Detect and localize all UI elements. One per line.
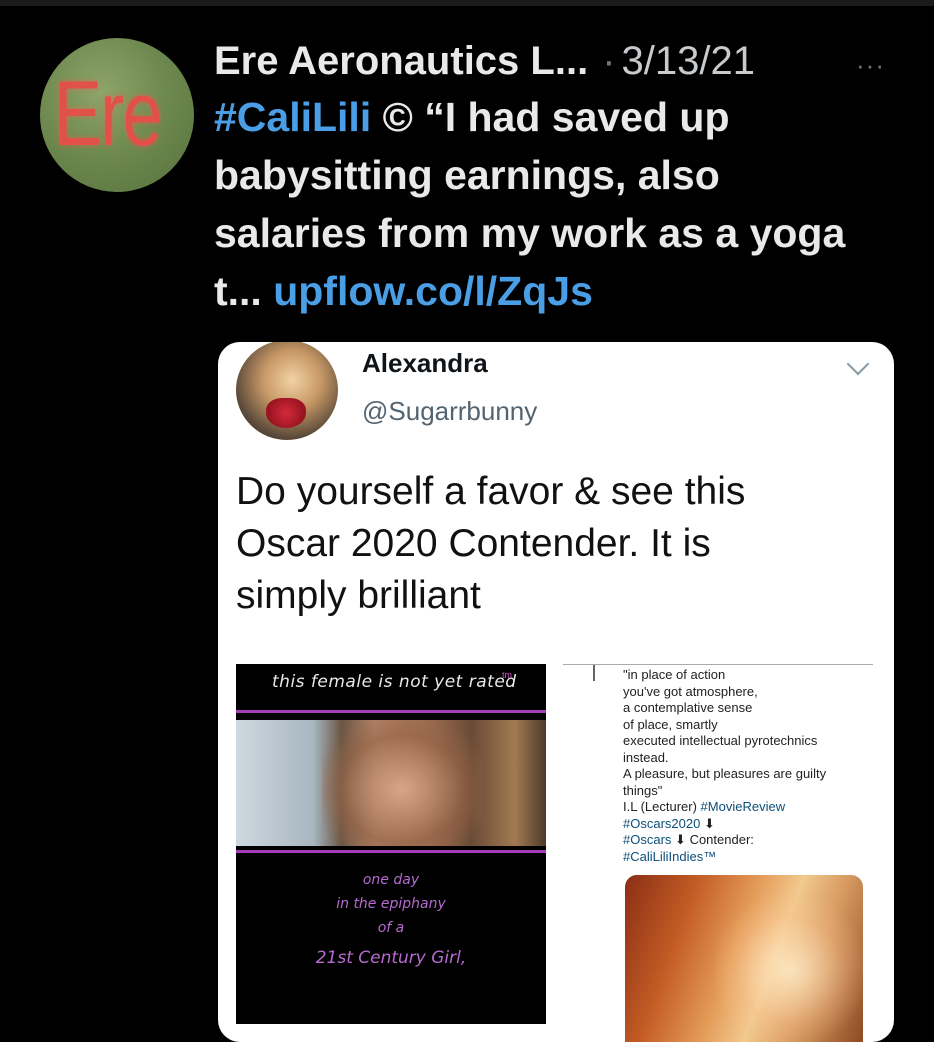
tweet-text: #CaliLili © “I had saved up babysitting … — [214, 88, 904, 320]
tweet-text-line-4: t... — [214, 268, 274, 314]
hashtag-oscars: #Oscars — [623, 832, 672, 847]
quote-line: a contemplative sense — [623, 700, 753, 715]
poster-line-3: of a — [377, 920, 405, 936]
hashtag-moviereview: #MovieReview — [700, 799, 786, 814]
poster-photo — [236, 720, 546, 846]
quote-line: executed intellectual pyrotechnics — [623, 733, 818, 748]
tweet-date[interactable]: 3/13/21 — [622, 39, 755, 84]
hashtag-calilili-indies: #CaliLiliIndies™ — [623, 848, 717, 864]
poster-trademark: tm — [502, 670, 512, 680]
embedded-author-name: Alexandra — [362, 348, 488, 378]
quote-line: of place, smartly — [623, 716, 718, 732]
arrow-down-icon: ⬇ — [675, 832, 686, 847]
tweet-text-line-2: babysitting earnings, also — [214, 152, 720, 198]
quote-line: instead. — [623, 749, 669, 765]
poster-divider-bottom — [236, 850, 546, 853]
embedded-avatar — [236, 342, 338, 440]
quote-line: "in place of action — [623, 667, 726, 682]
quote-bar — [593, 665, 595, 681]
quote-line: you've got atmosphere, — [623, 683, 758, 699]
tweet-header: Ere Aeronautics L... · 3/13/21 — [214, 36, 755, 86]
tweet-text-line-3: salaries from my work as a yoga — [214, 210, 846, 256]
embedded-author-handle: @Sugarrbunny — [362, 396, 538, 426]
author-name[interactable]: Ere Aeronautics L... — [214, 39, 588, 84]
attached-image[interactable]: Alexandra @Sugarrbunny Do yourself a fav… — [218, 342, 894, 1042]
avatar-logo-text: Ere — [54, 63, 163, 165]
contender-label: Contender: — [689, 832, 754, 847]
poster-line-4: 21st Century Girl, — [315, 948, 467, 968]
tweet-text-line-1: © “I had saved up — [371, 94, 730, 140]
top-divider — [0, 0, 934, 6]
poster-line-2: in the epiphany — [336, 896, 446, 912]
header-separator: · — [602, 38, 616, 83]
hashtag-link[interactable]: #CaliLili — [214, 94, 371, 140]
quote-credit: I.L (Lecturer) — [623, 799, 701, 814]
chevron-down-icon — [846, 352, 870, 376]
embedded-text-line-2: Oscar 2020 Contender. It is — [236, 522, 711, 565]
poster-line-1: one day — [362, 872, 420, 888]
review-quote-panel: "in place of action you've got atmospher… — [563, 664, 873, 1042]
review-photo — [625, 875, 863, 1042]
poster-caption: one day in the epiphany of a 21st Centur… — [236, 868, 546, 970]
review-quote-text: "in place of action you've got atmospher… — [623, 667, 873, 865]
quote-line: A pleasure, but pleasures are guilty — [623, 766, 827, 781]
movie-poster: this female is not yet rated tm one day … — [236, 664, 546, 1024]
embedded-tweet-text: Do yourself a favor & see this Oscar 202… — [236, 466, 876, 622]
tweet-url-link[interactable]: upflow.co/l/ZqJs — [273, 268, 593, 314]
author-avatar[interactable]: Ere — [40, 38, 194, 192]
poster-tagline: this female is not yet rated — [272, 672, 517, 692]
embedded-text-line-3: simply brilliant — [236, 574, 481, 617]
quote-line: things" — [623, 782, 663, 798]
hashtag-oscars2020: #Oscars2020 — [623, 815, 701, 831]
more-options-icon[interactable]: ··· — [856, 50, 885, 81]
arrow-down-icon: ⬇ — [703, 815, 715, 831]
poster-divider-top — [236, 710, 546, 713]
embedded-text-line-1: Do yourself a favor & see this — [236, 470, 746, 513]
